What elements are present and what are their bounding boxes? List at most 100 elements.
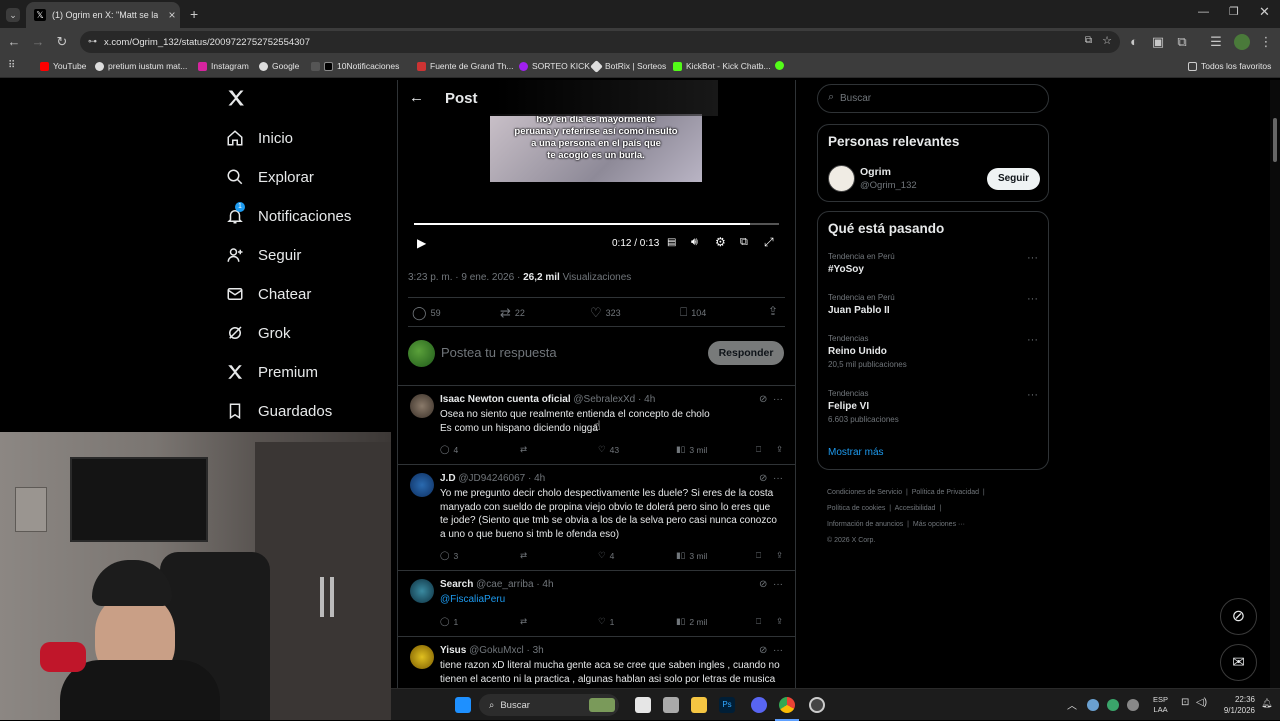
pip-icon[interactable]: ⧉ [740, 236, 748, 249]
sidebar-item-chatear[interactable]: Chatear [226, 285, 311, 303]
sidebar-item-explorar[interactable]: Explorar [226, 168, 314, 186]
bookmark-kickbot[interactable]: KickBot - Kick Chatb... [673, 61, 771, 71]
obs-icon[interactable] [809, 697, 825, 713]
photoshop-icon[interactable]: Ps [719, 697, 735, 713]
sidebar-item-grok[interactable]: Grok [226, 324, 291, 342]
repost-action[interactable]: ⇄ [520, 550, 598, 561]
extension-a-icon[interactable]: ◐ [1126, 34, 1142, 49]
bookmark-youtube[interactable]: YouTube [40, 61, 86, 71]
extensions-icon[interactable]: ⧉ [1174, 34, 1190, 50]
footer-link[interactable]: Política de cookies [827, 505, 885, 512]
share-icon[interactable]: ⇪ [776, 444, 783, 455]
avatar[interactable] [410, 645, 434, 669]
back-icon[interactable]: ← [6, 34, 22, 49]
tweet-menu[interactable]: ⊘ ··· [759, 473, 783, 484]
sidebar-item-premium[interactable]: Premium [226, 363, 318, 381]
site-info-icon[interactable]: ⊶ [88, 36, 97, 47]
avatar[interactable] [410, 394, 434, 418]
search-input[interactable]: Buscar [840, 93, 871, 104]
minimize-button[interactable]: — [1198, 6, 1209, 18]
bookmark-botrix[interactable]: BotRix | Sorteos [590, 59, 666, 73]
reply-tweet-2[interactable]: J.D @JD94246067 · 4h ⊘ ··· Yo me pregunt… [398, 464, 795, 570]
user-avatar[interactable] [408, 340, 435, 367]
person-name[interactable]: Ogrim [860, 166, 891, 178]
grok-icon[interactable]: ⊘ [759, 473, 767, 484]
search-box[interactable]: ⌕ Buscar [817, 84, 1049, 113]
reply-action[interactable]: ◯ 1 [440, 616, 520, 627]
reading-list-icon[interactable]: ☰ [1208, 34, 1224, 50]
tweet-menu[interactable]: ⊘ ··· [759, 394, 783, 405]
bookmark-10notificaciones[interactable]: 10Notificaciones [311, 61, 399, 71]
task-view-icon[interactable] [635, 697, 651, 713]
volume-icon[interactable]: ◁) [1196, 697, 1207, 708]
share-icon[interactable]: ⇪ [776, 550, 783, 561]
sidebar-item-notificaciones[interactable]: 1 Notificaciones [226, 202, 351, 225]
like-action[interactable]: ♡ 1 [598, 616, 676, 627]
footer-link[interactable]: Más opciones ··· [913, 521, 965, 528]
tray-app-icon[interactable] [1107, 699, 1119, 711]
captions-icon[interactable]: ▤ [667, 237, 676, 248]
repost-action[interactable]: ⇄ [520, 444, 598, 455]
reply-button[interactable]: Responder [708, 341, 784, 365]
browser-tab[interactable]: 𝕏 (1) Ogrim en X: "Matt se lanza l × [26, 2, 180, 28]
follow-button[interactable]: Seguir [987, 168, 1040, 190]
clock[interactable]: 22:36 9/1/2026 [1217, 694, 1255, 716]
author-handle[interactable]: @SebralexXd · 4h [573, 394, 655, 405]
mention-link[interactable]: @FiscaliaPeru [440, 593, 785, 607]
play-icon[interactable]: ▶ [417, 236, 426, 250]
reply-input[interactable]: Postea tu respuesta [441, 345, 557, 360]
bookmark-icon[interactable]: ⎕ [756, 550, 776, 561]
bookmark-pretium[interactable]: pretium iustum mat... [95, 61, 187, 71]
views-action[interactable]: ▮▯ 3 mil [676, 444, 756, 455]
apps-icon[interactable]: ⠿ [8, 60, 15, 71]
share-icon[interactable]: ⇪ [776, 616, 783, 627]
notification-bell-icon[interactable]: 🔔︎ [1261, 698, 1272, 709]
bookmark-extra[interactable] [775, 61, 784, 70]
bookmark-google[interactable]: Google [259, 61, 299, 71]
footer-link[interactable]: Condiciones de Servicio [827, 489, 902, 496]
address-bar[interactable]: ⊶ x.com/Ogrim_132/status/200972275275255… [80, 31, 1120, 53]
taskbar-search[interactable]: ⌕ Buscar [479, 694, 619, 716]
install-icon[interactable]: ⧉ [1085, 35, 1092, 46]
avatar[interactable] [410, 473, 434, 497]
windows-start-icon[interactable] [455, 697, 471, 713]
bookmark-instagram[interactable]: Instagram [198, 61, 249, 71]
scrollbar-thumb[interactable] [1273, 118, 1277, 162]
tweet-menu[interactable]: ⊘ ··· [759, 579, 783, 590]
reply-action[interactable]: ◯ 59 [412, 305, 441, 321]
grok-icon[interactable]: ⊘ [759, 579, 767, 590]
more-icon[interactable]: ··· [1027, 293, 1038, 305]
scrollbar[interactable] [1270, 80, 1280, 688]
grok-float-button[interactable]: ⊘ [1220, 598, 1257, 635]
trend-item[interactable]: Tendencias Reino Unido 20,5 mil publicacio… [828, 334, 907, 369]
bookmark-grand-theft[interactable]: Fuente de Grand Th... [417, 61, 513, 71]
extension-b-icon[interactable]: ▣ [1150, 34, 1166, 50]
video-progress-track[interactable] [414, 223, 779, 225]
like-action[interactable]: ♡ 43 [598, 444, 676, 455]
back-arrow-icon[interactable]: ← [409, 89, 424, 106]
reply-action[interactable]: ◯ 4 [440, 444, 520, 455]
grok-icon[interactable]: ⊘ [759, 645, 767, 656]
footer-link[interactable]: Información de anuncios [827, 521, 903, 528]
trend-item[interactable]: Tendencia en Perú #YoSoy [828, 252, 895, 275]
footer-link[interactable]: Accesibilidad [895, 505, 936, 512]
show-more-link[interactable]: Mostrar más [828, 447, 884, 458]
all-bookmarks[interactable]: Todos los favoritos [1188, 61, 1271, 71]
tray-app-icon[interactable] [1087, 699, 1099, 711]
tray-app-icon[interactable] [1127, 699, 1139, 711]
reply-tweet-3[interactable]: Search @cae_arriba · 4h ⊘ ··· @FiscaliaP… [398, 570, 795, 636]
tray-chevron-icon[interactable]: ︿ [1067, 697, 1077, 712]
new-tab-button[interactable]: + [190, 6, 198, 22]
network-icon[interactable]: ⊡ [1181, 697, 1189, 708]
trend-item[interactable]: Tendencia en Perú Juan Pablo II [828, 293, 895, 316]
more-icon[interactable]: ··· [773, 473, 783, 484]
bookmark-icon[interactable]: ⎕ [756, 616, 776, 627]
reply-tweet-4[interactable]: Yisus @GokuMxcl · 3h ⊘ ··· tiene razon x… [398, 636, 795, 688]
close-tab-icon[interactable]: × [164, 8, 180, 22]
sidebar-item-seguir[interactable]: Seguir [226, 246, 301, 264]
more-icon[interactable]: ··· [773, 394, 783, 405]
bookmark-icon[interactable]: ⎕ [756, 444, 776, 455]
sidebar-item-inicio[interactable]: Inicio [226, 129, 293, 147]
more-icon[interactable]: ··· [773, 579, 783, 590]
author-name[interactable]: Yisus [440, 645, 466, 656]
